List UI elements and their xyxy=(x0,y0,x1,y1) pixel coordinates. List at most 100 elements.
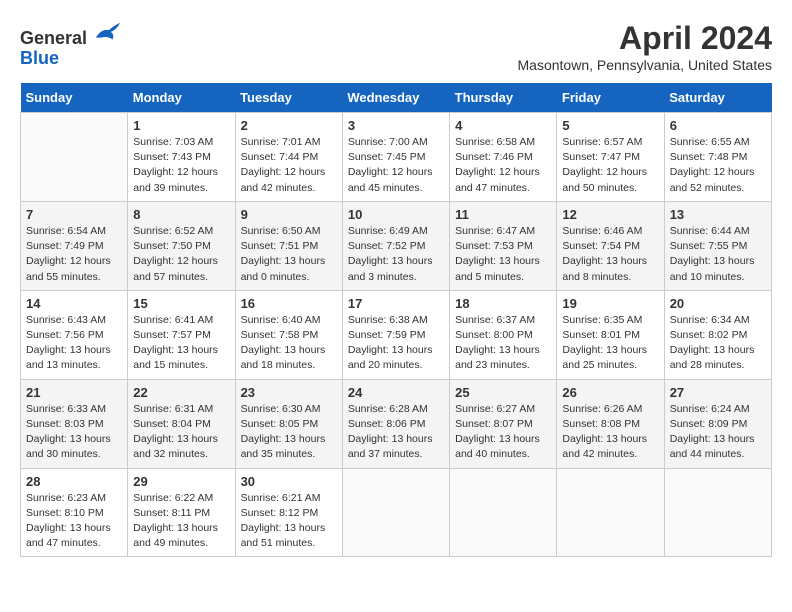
day-number: 11 xyxy=(455,207,551,222)
column-header-thursday: Thursday xyxy=(450,83,557,113)
calendar-cell xyxy=(664,468,771,557)
day-info: Sunrise: 6:38 AMSunset: 7:59 PMDaylight:… xyxy=(348,313,444,374)
title-section: April 2024 Masontown, Pennsylvania, Unit… xyxy=(518,20,772,73)
day-info: Sunrise: 6:43 AMSunset: 7:56 PMDaylight:… xyxy=(26,313,122,374)
calendar-week-row: 14 Sunrise: 6:43 AMSunset: 7:56 PMDayligh… xyxy=(21,290,772,379)
day-info: Sunrise: 6:23 AMSunset: 8:10 PMDaylight:… xyxy=(26,491,122,552)
day-info: Sunrise: 6:50 AMSunset: 7:51 PMDaylight:… xyxy=(241,224,337,285)
day-info: Sunrise: 6:22 AMSunset: 8:11 PMDaylight:… xyxy=(133,491,229,552)
calendar-cell: 13Sunrise: 6:44 AMSunset: 7:55 PMDayligh… xyxy=(664,201,771,290)
calendar-cell: 12 Sunrise: 6:46 AMSunset: 7:54 PMDayligh… xyxy=(557,201,664,290)
day-number: 9 xyxy=(241,207,337,222)
day-info: Sunrise: 6:46 AMSunset: 7:54 PMDaylight:… xyxy=(562,224,658,285)
calendar-header-row: SundayMondayTuesdayWednesdayThursdayFrid… xyxy=(21,83,772,113)
logo-bird-icon xyxy=(94,20,122,44)
day-info: Sunrise: 6:21 AMSunset: 8:12 PMDaylight:… xyxy=(241,491,337,552)
calendar-cell: 2 Sunrise: 7:01 AMSunset: 7:44 PMDaylight… xyxy=(235,113,342,202)
calendar-cell: 1 Sunrise: 7:03 AMSunset: 7:43 PMDaylight… xyxy=(128,113,235,202)
day-number: 25 xyxy=(455,385,551,400)
day-number: 14 xyxy=(26,296,122,311)
calendar-cell: 15 Sunrise: 6:41 AMSunset: 7:57 PMDayligh… xyxy=(128,290,235,379)
day-number: 19 xyxy=(562,296,658,311)
day-number: 5 xyxy=(562,118,658,133)
calendar-cell: 5 Sunrise: 6:57 AMSunset: 7:47 PMDaylight… xyxy=(557,113,664,202)
day-info: Sunrise: 6:27 AMSunset: 8:07 PMDaylight:… xyxy=(455,402,551,463)
calendar-cell: 6 Sunrise: 6:55 AMSunset: 7:48 PMDaylight… xyxy=(664,113,771,202)
day-info: Sunrise: 6:57 AMSunset: 7:47 PMDaylight:… xyxy=(562,135,658,196)
calendar-week-row: 7Sunrise: 6:54 AMSunset: 7:49 PMDaylight… xyxy=(21,201,772,290)
day-number: 28 xyxy=(26,474,122,489)
calendar-cell: 14 Sunrise: 6:43 AMSunset: 7:56 PMDayligh… xyxy=(21,290,128,379)
day-info: Sunrise: 6:58 AMSunset: 7:46 PMDaylight:… xyxy=(455,135,551,196)
logo-general: General xyxy=(20,28,87,48)
day-number: 1 xyxy=(133,118,229,133)
day-number: 12 xyxy=(562,207,658,222)
day-number: 26 xyxy=(562,385,658,400)
calendar-cell: 17 Sunrise: 6:38 AMSunset: 7:59 PMDayligh… xyxy=(342,290,449,379)
calendar-cell: 22 Sunrise: 6:31 AMSunset: 8:04 PMDayligh… xyxy=(128,379,235,468)
calendar-cell: 23Sunrise: 6:30 AMSunset: 8:05 PMDayligh… xyxy=(235,379,342,468)
day-info: Sunrise: 6:41 AMSunset: 7:57 PMDaylight:… xyxy=(133,313,229,374)
day-number: 4 xyxy=(455,118,551,133)
day-info: Sunrise: 6:30 AMSunset: 8:05 PMDaylight:… xyxy=(241,402,337,463)
calendar-cell: 4 Sunrise: 6:58 AMSunset: 7:46 PMDaylight… xyxy=(450,113,557,202)
day-number: 22 xyxy=(133,385,229,400)
calendar-cell: 21 Sunrise: 6:33 AMSunset: 8:03 PMDayligh… xyxy=(21,379,128,468)
day-info: Sunrise: 6:26 AMSunset: 8:08 PMDaylight:… xyxy=(562,402,658,463)
calendar-week-row: 21 Sunrise: 6:33 AMSunset: 8:03 PMDayligh… xyxy=(21,379,772,468)
calendar-cell: 20Sunrise: 6:34 AMSunset: 8:02 PMDayligh… xyxy=(664,290,771,379)
location-title: Masontown, Pennsylvania, United States xyxy=(518,57,772,73)
calendar-cell: 24Sunrise: 6:28 AMSunset: 8:06 PMDayligh… xyxy=(342,379,449,468)
day-info: Sunrise: 7:00 AMSunset: 7:45 PMDaylight:… xyxy=(348,135,444,196)
calendar-cell: 16 Sunrise: 6:40 AMSunset: 7:58 PMDayligh… xyxy=(235,290,342,379)
day-number: 16 xyxy=(241,296,337,311)
day-info: Sunrise: 6:40 AMSunset: 7:58 PMDaylight:… xyxy=(241,313,337,374)
calendar-cell xyxy=(21,113,128,202)
calendar-body: 1 Sunrise: 7:03 AMSunset: 7:43 PMDaylight… xyxy=(21,113,772,557)
day-info: Sunrise: 7:01 AMSunset: 7:44 PMDaylight:… xyxy=(241,135,337,196)
day-number: 3 xyxy=(348,118,444,133)
calendar-cell: 3 Sunrise: 7:00 AMSunset: 7:45 PMDaylight… xyxy=(342,113,449,202)
day-info: Sunrise: 6:52 AMSunset: 7:50 PMDaylight:… xyxy=(133,224,229,285)
day-number: 21 xyxy=(26,385,122,400)
day-number: 10 xyxy=(348,207,444,222)
day-number: 15 xyxy=(133,296,229,311)
day-number: 7 xyxy=(26,207,122,222)
calendar-cell: 11 Sunrise: 6:47 AMSunset: 7:53 PMDayligh… xyxy=(450,201,557,290)
column-header-friday: Friday xyxy=(557,83,664,113)
day-number: 27 xyxy=(670,385,766,400)
calendar-cell: 9 Sunrise: 6:50 AMSunset: 7:51 PMDaylight… xyxy=(235,201,342,290)
calendar-cell: 25 Sunrise: 6:27 AMSunset: 8:07 PMDayligh… xyxy=(450,379,557,468)
calendar-cell xyxy=(450,468,557,557)
day-number: 24 xyxy=(348,385,444,400)
day-info: Sunrise: 6:33 AMSunset: 8:03 PMDaylight:… xyxy=(26,402,122,463)
day-info: Sunrise: 7:03 AMSunset: 7:43 PMDaylight:… xyxy=(133,135,229,196)
calendar-cell: 19 Sunrise: 6:35 AMSunset: 8:01 PMDayligh… xyxy=(557,290,664,379)
day-number: 17 xyxy=(348,296,444,311)
day-info: Sunrise: 6:24 AMSunset: 8:09 PMDaylight:… xyxy=(670,402,766,463)
day-info: Sunrise: 6:35 AMSunset: 8:01 PMDaylight:… xyxy=(562,313,658,374)
day-number: 2 xyxy=(241,118,337,133)
logo: General Blue xyxy=(20,20,122,69)
page-header: General Blue April 2024 Masontown, Penns… xyxy=(20,20,772,73)
day-number: 6 xyxy=(670,118,766,133)
day-info: Sunrise: 6:55 AMSunset: 7:48 PMDaylight:… xyxy=(670,135,766,196)
calendar-cell: 30 Sunrise: 6:21 AMSunset: 8:12 PMDayligh… xyxy=(235,468,342,557)
column-header-sunday: Sunday xyxy=(21,83,128,113)
calendar-cell: 28 Sunrise: 6:23 AMSunset: 8:10 PMDayligh… xyxy=(21,468,128,557)
day-number: 30 xyxy=(241,474,337,489)
day-number: 18 xyxy=(455,296,551,311)
day-number: 8 xyxy=(133,207,229,222)
calendar-table: SundayMondayTuesdayWednesdayThursdayFrid… xyxy=(20,83,772,557)
day-number: 13 xyxy=(670,207,766,222)
calendar-cell: 10Sunrise: 6:49 AMSunset: 7:52 PMDayligh… xyxy=(342,201,449,290)
logo-blue: Blue xyxy=(20,48,59,68)
calendar-cell xyxy=(557,468,664,557)
calendar-cell: 26 Sunrise: 6:26 AMSunset: 8:08 PMDayligh… xyxy=(557,379,664,468)
day-info: Sunrise: 6:47 AMSunset: 7:53 PMDaylight:… xyxy=(455,224,551,285)
column-header-monday: Monday xyxy=(128,83,235,113)
day-info: Sunrise: 6:31 AMSunset: 8:04 PMDaylight:… xyxy=(133,402,229,463)
calendar-cell: 7Sunrise: 6:54 AMSunset: 7:49 PMDaylight… xyxy=(21,201,128,290)
calendar-week-row: 28 Sunrise: 6:23 AMSunset: 8:10 PMDayligh… xyxy=(21,468,772,557)
calendar-week-row: 1 Sunrise: 7:03 AMSunset: 7:43 PMDaylight… xyxy=(21,113,772,202)
